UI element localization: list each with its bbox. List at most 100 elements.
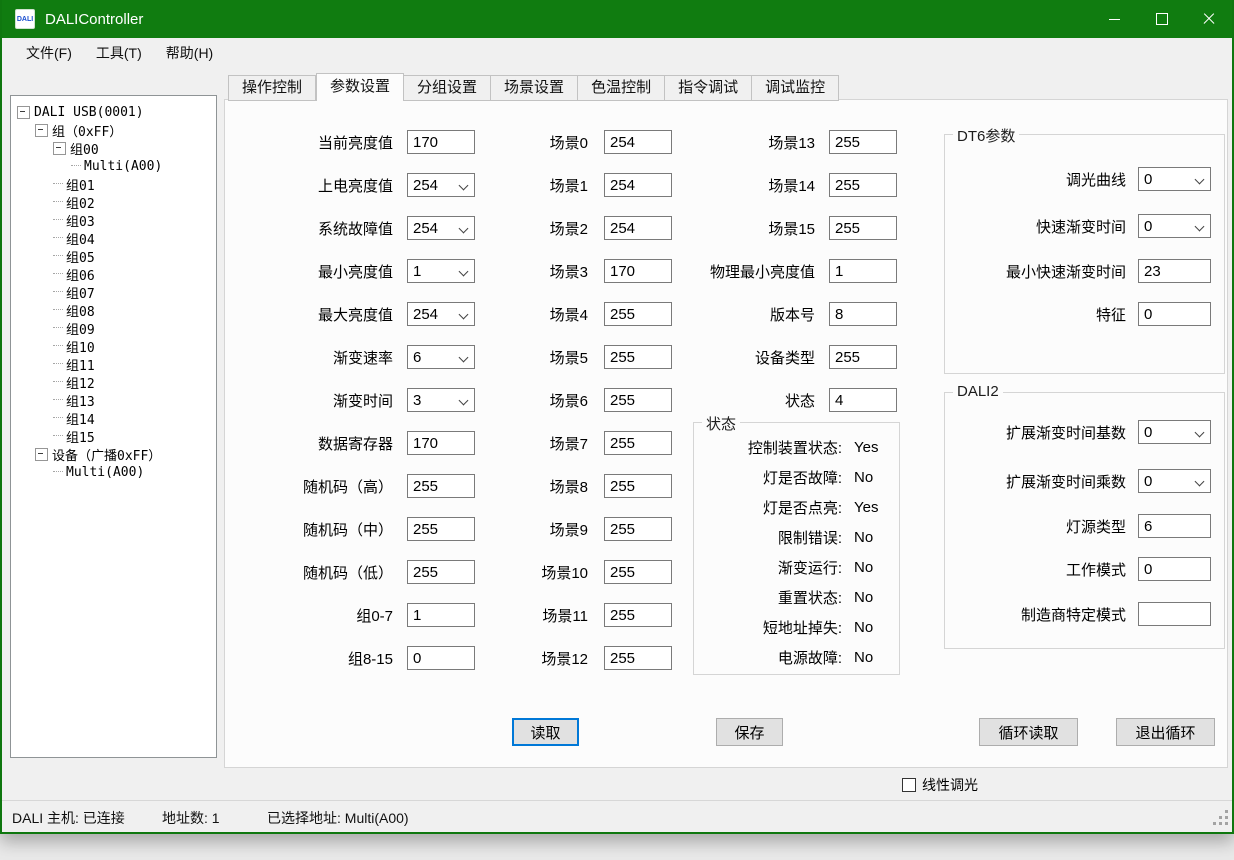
- param-input[interactable]: [604, 216, 672, 240]
- param-label: 工作模式: [945, 559, 1126, 580]
- param-input[interactable]: [604, 259, 672, 283]
- param-input[interactable]: [604, 431, 672, 455]
- tree-item[interactable]: 组04: [11, 229, 216, 247]
- checkbox-label: 线性调光: [922, 775, 978, 795]
- param-input[interactable]: [604, 560, 672, 584]
- param-input[interactable]: [604, 130, 672, 154]
- param-input[interactable]: [1138, 259, 1211, 283]
- tree-item[interactable]: 组10: [11, 337, 216, 355]
- tree-item[interactable]: 组07: [11, 283, 216, 301]
- param-row: 上电亮度值 254: [239, 173, 475, 197]
- param-input[interactable]: [604, 302, 672, 326]
- param-input[interactable]: [829, 259, 897, 283]
- param-input[interactable]: [407, 603, 475, 627]
- device-tree[interactable]: DALI USB(0001)组（0xFF）组00Multi(A00)组01组02…: [10, 95, 217, 758]
- param-label: 上电亮度值: [239, 175, 393, 196]
- param-input[interactable]: [604, 474, 672, 498]
- param-input[interactable]: [829, 345, 897, 369]
- tab-item[interactable]: 色温控制: [578, 75, 665, 101]
- tree-item[interactable]: 组13: [11, 391, 216, 409]
- param-input[interactable]: [407, 517, 475, 541]
- tree-collapse-icon[interactable]: [53, 142, 66, 155]
- tree-item[interactable]: 组12: [11, 373, 216, 391]
- tab-item[interactable]: 场景设置: [491, 75, 578, 101]
- tree-item[interactable]: 组06: [11, 265, 216, 283]
- tab-item[interactable]: 指令调试: [665, 75, 752, 101]
- param-select[interactable]: 254: [407, 173, 475, 197]
- tab-item[interactable]: 调试监控: [752, 75, 839, 101]
- tree-collapse-icon[interactable]: [35, 448, 48, 461]
- menu-item[interactable]: 工具(T): [84, 39, 154, 67]
- param-select[interactable]: 0: [1138, 167, 1211, 191]
- tree-item[interactable]: 组15: [11, 427, 216, 445]
- tree-item[interactable]: DALI USB(0001): [11, 103, 216, 121]
- param-input[interactable]: [829, 216, 897, 240]
- tree-item[interactable]: 组09: [11, 319, 216, 337]
- param-input[interactable]: [604, 388, 672, 412]
- param-input[interactable]: [407, 560, 475, 584]
- close-button[interactable]: [1185, 0, 1232, 38]
- maximize-button[interactable]: [1138, 0, 1185, 38]
- app-logo-icon: DALI: [15, 9, 35, 29]
- tree-collapse-icon[interactable]: [35, 124, 48, 137]
- linear-dimming-checkbox[interactable]: 线性调光: [902, 775, 978, 795]
- param-input[interactable]: [604, 517, 672, 541]
- resize-grip-icon[interactable]: [1213, 810, 1229, 829]
- menu-item[interactable]: 帮助(H): [154, 39, 225, 67]
- param-select[interactable]: 0: [1138, 469, 1211, 493]
- param-input[interactable]: [407, 431, 475, 455]
- param-input[interactable]: [604, 173, 672, 197]
- param-input[interactable]: [604, 646, 672, 670]
- tree-item[interactable]: 组02: [11, 193, 216, 211]
- tree-item[interactable]: 组01: [11, 175, 216, 193]
- param-label: 场景14: [665, 175, 815, 196]
- tree-item[interactable]: 设备（广播0xFF）: [11, 445, 216, 463]
- param-input[interactable]: [829, 173, 897, 197]
- tab-page-parameters: 当前亮度值上电亮度值254系统故障值254最小亮度值1最大亮度值254渐变速率6…: [224, 99, 1228, 768]
- param-select[interactable]: 0: [1138, 420, 1211, 444]
- menu-bar: 文件(F)工具(T)帮助(H): [2, 38, 1232, 68]
- param-label: 数据寄存器: [239, 433, 393, 454]
- param-input[interactable]: [1138, 557, 1211, 581]
- save-button[interactable]: 保存: [716, 718, 783, 746]
- tab-item[interactable]: 参数设置: [316, 73, 404, 101]
- read-button[interactable]: 读取: [512, 718, 579, 746]
- param-select[interactable]: 1: [407, 259, 475, 283]
- tree-item[interactable]: 组（0xFF）: [11, 121, 216, 139]
- tree-item[interactable]: 组03: [11, 211, 216, 229]
- param-select[interactable]: 254: [407, 302, 475, 326]
- menu-item[interactable]: 文件(F): [14, 39, 84, 67]
- status-row-label: 渐变运行:: [694, 557, 842, 578]
- tab-item[interactable]: 操作控制: [228, 75, 316, 101]
- param-select[interactable]: 254: [407, 216, 475, 240]
- select-value: 1: [413, 263, 421, 280]
- param-input[interactable]: [1138, 302, 1211, 326]
- tree-item[interactable]: 组08: [11, 301, 216, 319]
- tree-item[interactable]: 组00: [11, 139, 216, 157]
- param-input[interactable]: [829, 302, 897, 326]
- param-input[interactable]: [829, 388, 897, 412]
- tree-item[interactable]: Multi(A00): [11, 157, 216, 175]
- loop-read-button[interactable]: 循环读取: [979, 718, 1078, 746]
- tree-collapse-icon[interactable]: [17, 106, 30, 119]
- exit-loop-button[interactable]: 退出循环: [1116, 718, 1215, 746]
- tree-item[interactable]: Multi(A00): [11, 463, 216, 481]
- param-select[interactable]: 0: [1138, 214, 1211, 238]
- param-input[interactable]: [1138, 602, 1211, 626]
- tree-item[interactable]: 组05: [11, 247, 216, 265]
- tab-item[interactable]: 分组设置: [404, 75, 491, 101]
- param-select[interactable]: 3: [407, 388, 475, 412]
- param-input[interactable]: [829, 130, 897, 154]
- param-input[interactable]: [604, 345, 672, 369]
- param-input[interactable]: [407, 474, 475, 498]
- tree-item[interactable]: 组14: [11, 409, 216, 427]
- tree-item[interactable]: 组11: [11, 355, 216, 373]
- param-input[interactable]: [407, 646, 475, 670]
- param-input[interactable]: [1138, 514, 1211, 538]
- minimize-button[interactable]: [1091, 0, 1138, 38]
- param-row: 设备类型: [665, 345, 897, 369]
- param-label: 调光曲线: [945, 169, 1126, 190]
- param-input[interactable]: [407, 130, 475, 154]
- param-select[interactable]: 6: [407, 345, 475, 369]
- param-input[interactable]: [604, 603, 672, 627]
